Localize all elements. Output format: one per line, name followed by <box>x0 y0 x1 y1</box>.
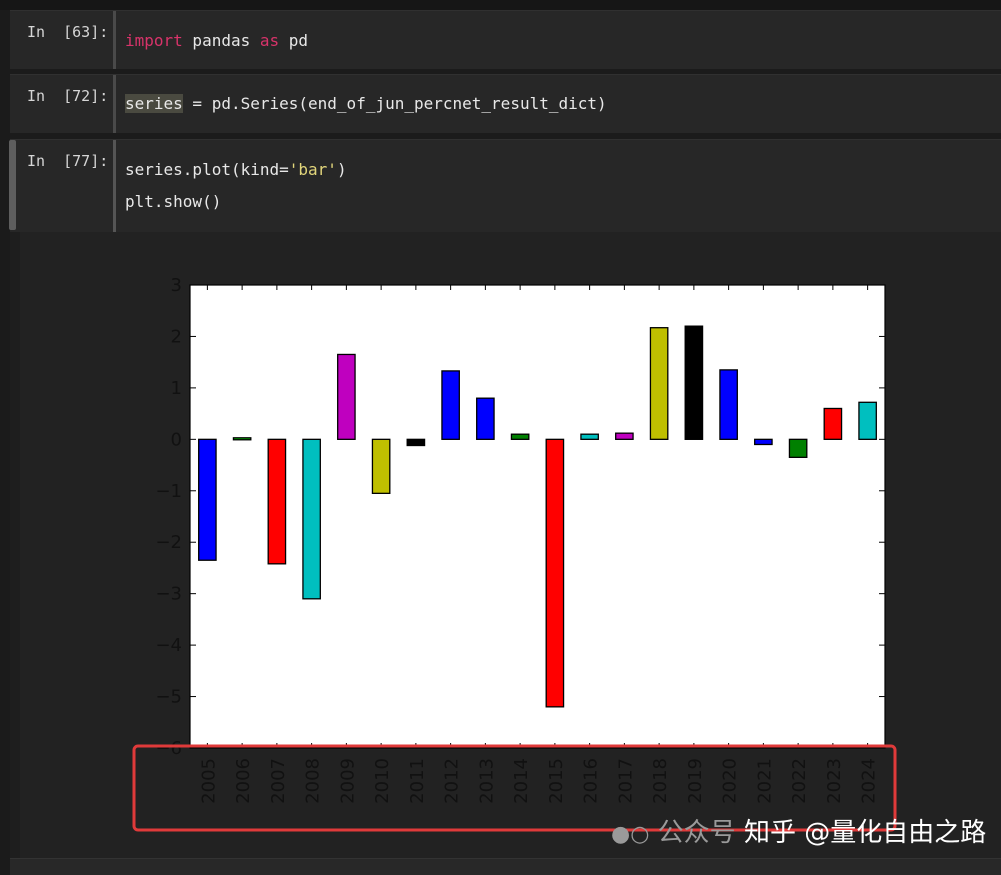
watermark: ●○ 公众号 知乎 @量化自由之路 <box>611 812 986 849</box>
bar-2007 <box>267 438 287 565</box>
x-tick-label: 2007 <box>268 758 289 804</box>
bar-2018 <box>649 327 669 440</box>
bar-2010 <box>371 438 391 495</box>
bar-2009 <box>337 353 356 440</box>
x-tick-label: 2020 <box>720 758 741 804</box>
bar-chart: 3 2 1 0 −1 −2 −3 −4 −5 −6 2005 2006 2007 2008 2009 201… <box>132 275 897 832</box>
wechat-icon: ●○ <box>611 822 650 847</box>
bar-2017 <box>615 432 634 440</box>
watermark-platform: 公众号 <box>657 818 736 848</box>
bar-2015 <box>545 438 565 708</box>
x-tick-label: 2006 <box>233 758 254 804</box>
x-tick-label: 2014 <box>511 758 532 804</box>
x-tick-label: 2013 <box>476 758 497 804</box>
x-tick-label: 2024 <box>859 758 880 804</box>
x-tick-label: 2023 <box>824 758 845 804</box>
bar-2024 <box>858 401 877 440</box>
x-tick-label: 2022 <box>789 758 810 804</box>
x-tick-label: 2008 <box>303 758 324 804</box>
y-tick-label: −3 <box>155 584 182 605</box>
x-tick-label: 2017 <box>615 758 636 804</box>
x-tick-label: 2021 <box>754 758 775 804</box>
bar-2013 <box>476 397 495 440</box>
x-tick-label: 2018 <box>650 758 671 804</box>
x-tick-label: 2019 <box>685 758 706 804</box>
y-tick-label: 0 <box>171 429 182 450</box>
plot-area <box>190 285 885 748</box>
bar-2012 <box>441 370 460 440</box>
y-tick-label: −5 <box>155 687 182 708</box>
bar-2016 <box>580 433 599 440</box>
bar-2006 <box>232 437 252 441</box>
y-tick-label: −1 <box>155 481 182 502</box>
y-tick-label: −4 <box>155 635 182 656</box>
bar-2019 <box>684 325 704 440</box>
x-tick-label: 2009 <box>337 758 358 804</box>
bar-2020 <box>719 369 738 440</box>
y-tick-label: 1 <box>171 378 182 399</box>
watermark-handle: @量化自由之路 <box>804 818 987 848</box>
bar-2021 <box>754 438 773 446</box>
bar-2008 <box>302 438 321 600</box>
y-tick-label: −2 <box>155 532 182 553</box>
y-tick-label: −6 <box>155 738 182 759</box>
bar-2022 <box>788 438 808 458</box>
y-tick-label: 3 <box>171 275 182 296</box>
bar-2023 <box>823 407 843 440</box>
next-cell[interactable] <box>10 858 1001 875</box>
x-tick-label: 2011 <box>407 758 428 804</box>
bar-2014 <box>510 433 530 440</box>
x-tick-label: 2015 <box>546 758 567 804</box>
x-tick-label: 2012 <box>442 758 463 804</box>
bar-2005 <box>198 438 217 561</box>
x-tick-label: 2016 <box>581 758 602 804</box>
bar-2011 <box>406 438 426 447</box>
watermark-zhihu: 知乎 <box>743 818 796 848</box>
y-tick-label: 2 <box>171 326 182 347</box>
x-tick-label: 2005 <box>198 758 219 804</box>
x-tick-label: 2010 <box>372 758 393 804</box>
